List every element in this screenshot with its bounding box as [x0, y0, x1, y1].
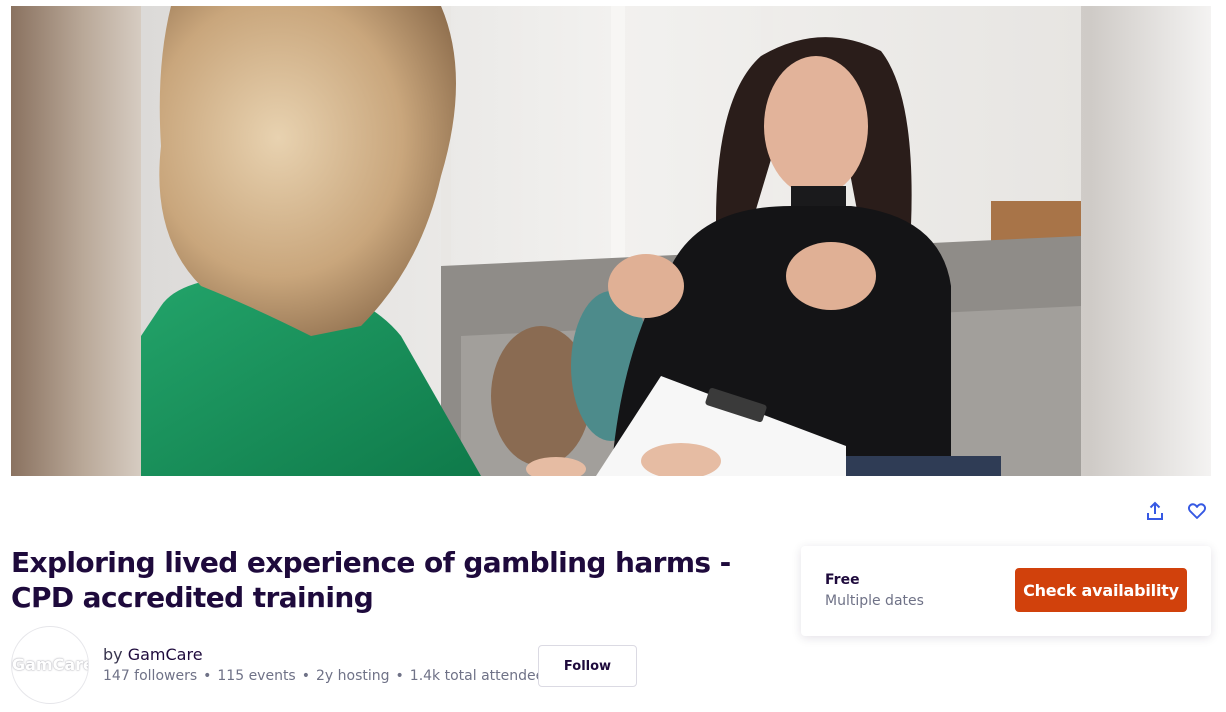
organizer-name-link[interactable]: GamCare — [128, 645, 203, 664]
stat-separator: • — [301, 668, 310, 684]
heart-icon — [1187, 501, 1207, 526]
organizer-by-prefix: by — [103, 645, 123, 664]
share-button[interactable] — [1142, 500, 1168, 526]
event-title: Exploring lived experience of gambling h… — [11, 546, 731, 614]
ticket-card: Free Multiple dates Check availability — [801, 546, 1211, 636]
ticket-dates: Multiple dates — [825, 593, 924, 609]
share-icon — [1145, 501, 1165, 526]
like-button[interactable] — [1184, 500, 1210, 526]
follow-button[interactable]: Follow — [538, 645, 637, 687]
organizer-stats: 147 followers • 115 events • 2y hosting • 1.4k… — [103, 668, 552, 684]
attendees-count: 1.4k total attendees — [409, 668, 552, 684]
stat-separator: • — [203, 668, 212, 684]
ticket-price: Free — [825, 572, 860, 588]
followers-count: 147 followers — [103, 668, 198, 684]
hosting-duration: 2y hosting — [316, 668, 390, 684]
organizer-byline: by GamCare — [103, 645, 203, 664]
events-count: 115 events — [217, 668, 296, 684]
event-hero-photo — [141, 6, 1081, 476]
event-hero — [11, 6, 1211, 476]
stat-separator: • — [395, 668, 404, 684]
check-availability-button[interactable]: Check availability — [1015, 568, 1187, 612]
organizer-logo: GamCare — [12, 655, 89, 674]
organizer-avatar[interactable]: GamCare — [11, 626, 89, 704]
